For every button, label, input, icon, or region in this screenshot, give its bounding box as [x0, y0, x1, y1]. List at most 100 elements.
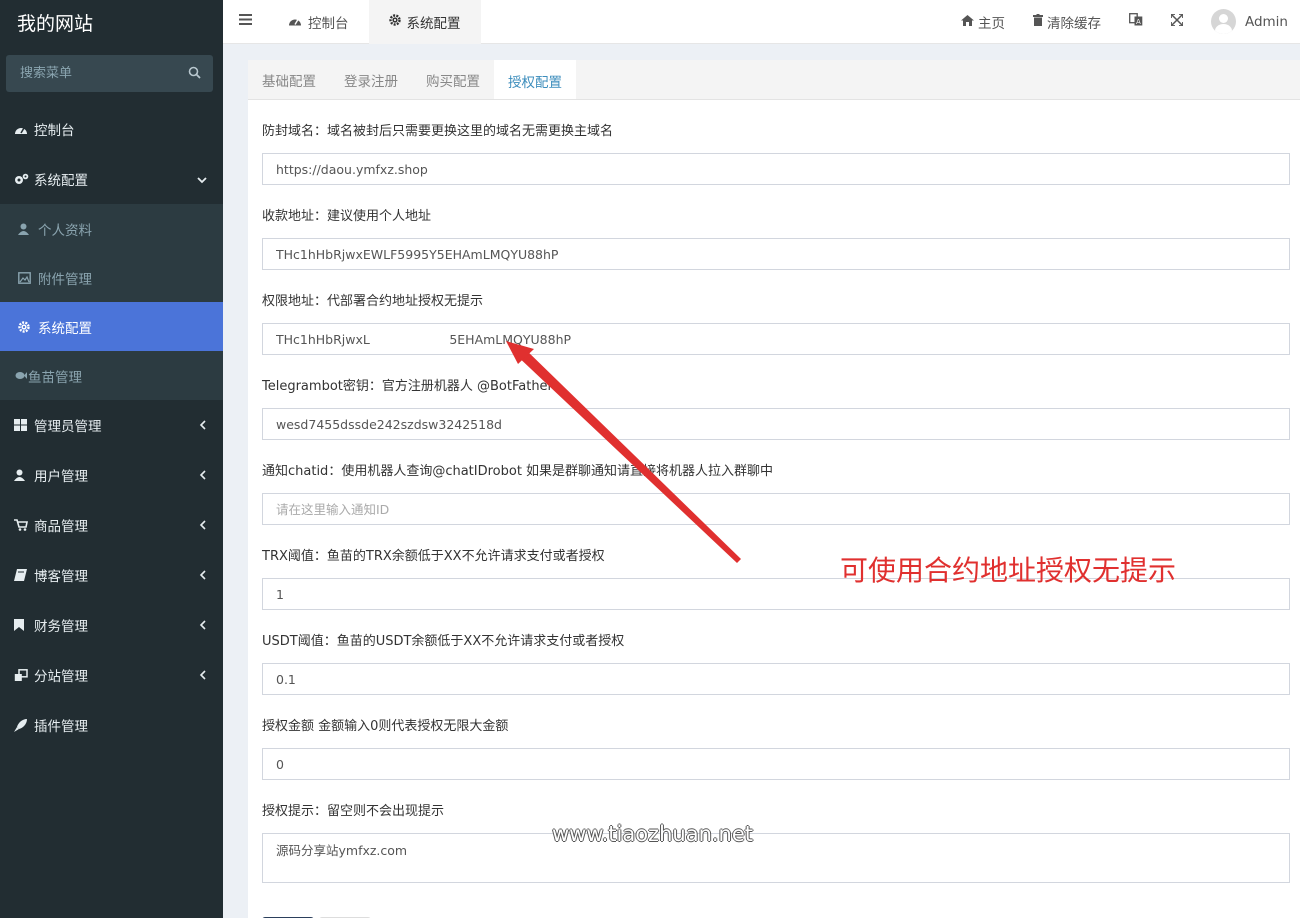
- tab-dashboard[interactable]: 控制台: [268, 0, 369, 44]
- chevron-left-icon: [199, 418, 207, 434]
- language-icon: A: [1129, 13, 1143, 30]
- form-group-antiblock-domain: 防封域名：域名被封后只需要更换这里的域名无需更换主域名: [262, 122, 1290, 185]
- dashboard-icon: [14, 123, 34, 135]
- site-brand[interactable]: 我的网站: [0, 0, 223, 44]
- cart-icon: [14, 519, 34, 531]
- tab-login-register[interactable]: 登录注册: [330, 60, 412, 99]
- sidebar-item-label: 个人资料: [38, 222, 92, 239]
- sidebar-item-label: 附件管理: [38, 271, 92, 288]
- fullscreen-button[interactable]: [1157, 12, 1197, 30]
- receive-address-input[interactable]: [262, 238, 1290, 270]
- field-label: 通知chatid：使用机器人查询@chatIDrobot 如果是群聊通知请直接将…: [262, 464, 774, 479]
- sidebar: 我的网站 控制台 系统配置 个人资料 附件管理 系: [0, 0, 223, 918]
- sidebar-item-substation-manage[interactable]: 分站管理: [0, 650, 223, 700]
- sidebar-toggle-button[interactable]: [223, 0, 268, 44]
- tab-system-config[interactable]: 系统配置: [368, 0, 481, 44]
- cogs-icon: [14, 173, 34, 186]
- chevron-left-icon: [199, 468, 207, 484]
- auth-tip-textarea[interactable]: 源码分享站ymfxz.com: [262, 833, 1290, 883]
- search-icon[interactable]: [188, 66, 201, 83]
- tab-basic-config[interactable]: 基础配置: [248, 60, 330, 99]
- fish-icon: [14, 371, 28, 380]
- form-group-auth-tip: 授权提示：留空则不会出现提示 源码分享站ymfxz.com: [262, 802, 1290, 887]
- config-panel: 基础配置 登录注册 购买配置 授权配置 防封域名：域名被封后只需要更换这里的域名…: [248, 60, 1300, 918]
- form-group-telegram-key: Telegrambot密钥：官方注册机器人 @BotFather: [262, 377, 1290, 440]
- form-group-receive-address: 收款地址：建议使用个人地址: [262, 207, 1290, 270]
- book-icon: [14, 569, 34, 581]
- chevron-left-icon: [199, 518, 207, 534]
- sidebar-item-label: 控制台: [34, 123, 75, 139]
- sidebar-item-finance-manage[interactable]: 财务管理: [0, 600, 223, 650]
- clone-icon: [14, 668, 34, 682]
- sidebar-item-goods-manage[interactable]: 商品管理: [0, 500, 223, 550]
- menu-icon: [239, 14, 252, 29]
- sidebar-item-label: 商品管理: [34, 519, 88, 535]
- sidebar-item-label: 系统配置: [34, 173, 88, 189]
- sidebar-item-label: 用户管理: [34, 469, 88, 485]
- permission-address-input[interactable]: [262, 323, 1290, 355]
- sidebar-item-profile[interactable]: 个人资料: [0, 204, 223, 253]
- home-link[interactable]: 主页: [947, 12, 1019, 32]
- system-config-submenu: 个人资料 附件管理 系统配置 鱼苗管理: [0, 204, 223, 400]
- sidebar-item-attachments[interactable]: 附件管理: [0, 253, 223, 302]
- menu-search-input[interactable]: [6, 55, 213, 92]
- sidebar-item-system-config-sub[interactable]: 系统配置: [0, 302, 223, 351]
- field-label: 授权金额 金额输入0则代表授权无限大金额: [262, 719, 509, 734]
- field-label: Telegrambot密钥：官方注册机器人 @BotFather: [262, 379, 553, 394]
- field-label: USDT阈值：鱼苗的USDT余额低于XX不允许请求支付或者授权: [262, 634, 625, 649]
- chevron-left-icon: [199, 668, 207, 684]
- user-name: Admin: [1244, 13, 1288, 30]
- watermark: www.tiaozhuan.net: [552, 822, 754, 846]
- sidebar-item-label: 财务管理: [34, 619, 88, 635]
- sidebar-item-blog-manage[interactable]: 博客管理: [0, 550, 223, 600]
- sidebar-item-plugin-manage[interactable]: 插件管理: [0, 700, 223, 750]
- auth-amount-input[interactable]: [262, 748, 1290, 780]
- tab-label: 系统配置: [406, 15, 461, 32]
- chevron-left-icon: [199, 568, 207, 584]
- sidebar-item-label: 博客管理: [34, 569, 88, 585]
- field-label: 授权提示：留空则不会出现提示: [262, 804, 445, 819]
- field-label: 收款地址：建议使用个人地址: [262, 209, 432, 224]
- chevron-down-icon: [197, 172, 207, 188]
- gear-icon: [388, 13, 401, 30]
- sidebar-item-user-manage[interactable]: 用户管理: [0, 450, 223, 500]
- sidebar-item-dashboard[interactable]: 控制台: [0, 104, 223, 154]
- user-menu[interactable]: Admin: [1197, 9, 1300, 34]
- user-icon: [18, 223, 38, 235]
- chatid-input[interactable]: [262, 493, 1290, 525]
- clear-cache-button[interactable]: 清除缓存: [1019, 12, 1115, 32]
- tab-purchase-config[interactable]: 购买配置: [412, 60, 494, 99]
- antiblock-domain-input[interactable]: [262, 153, 1290, 185]
- tab-authorization-config[interactable]: 授权配置: [494, 60, 576, 99]
- windows-icon: [14, 419, 34, 431]
- telegram-bot-key-input[interactable]: [262, 408, 1290, 440]
- gear-icon: [18, 320, 38, 333]
- top-navbar: 控制台 系统配置 主页 清除缓存 A Admin: [223, 0, 1300, 44]
- image-icon: [18, 271, 38, 284]
- sidebar-item-label: 鱼苗管理: [28, 369, 82, 386]
- sidebar-menu: 控制台 系统配置 个人资料 附件管理 系统配置 鱼苗管理 管理员管理 用户管理 …: [0, 104, 223, 750]
- menu-search: [6, 55, 213, 92]
- trash-icon: [1032, 13, 1043, 30]
- sidebar-item-label: 插件管理: [34, 719, 88, 735]
- sidebar-item-label: 分站管理: [34, 669, 88, 685]
- user-icon: [14, 469, 34, 481]
- sidebar-item-system-config[interactable]: 系统配置: [0, 154, 223, 204]
- sidebar-item-label: 系统配置: [38, 320, 92, 337]
- form-group-chatid: 通知chatid：使用机器人查询@chatIDrobot 如果是群聊通知请直接将…: [262, 462, 1290, 525]
- home-icon: [960, 14, 974, 30]
- sidebar-item-admin-manage[interactable]: 管理员管理: [0, 400, 223, 450]
- clear-cache-label: 清除缓存: [1046, 15, 1101, 32]
- tab-label: 控制台: [308, 15, 349, 32]
- config-tabs: 基础配置 登录注册 购买配置 授权配置: [248, 60, 1300, 100]
- sidebar-item-fish-manage[interactable]: 鱼苗管理: [0, 351, 223, 400]
- svg-text:A: A: [1136, 18, 1141, 26]
- annotation-note: 可使用合约地址授权无提示: [840, 554, 1177, 587]
- usdt-threshold-input[interactable]: [262, 663, 1290, 695]
- language-button[interactable]: A: [1115, 13, 1157, 30]
- dashboard-icon: [288, 14, 302, 30]
- top-right-actions: 主页 清除缓存 A Admin: [947, 0, 1300, 44]
- form-group-permission-address: 权限地址：代部署合约地址授权无提示: [262, 292, 1290, 355]
- avatar: [1210, 9, 1236, 34]
- authorization-form: 防封域名：域名被封后只需要更换这里的域名无需更换主域名 收款地址：建议使用个人地…: [248, 122, 1300, 918]
